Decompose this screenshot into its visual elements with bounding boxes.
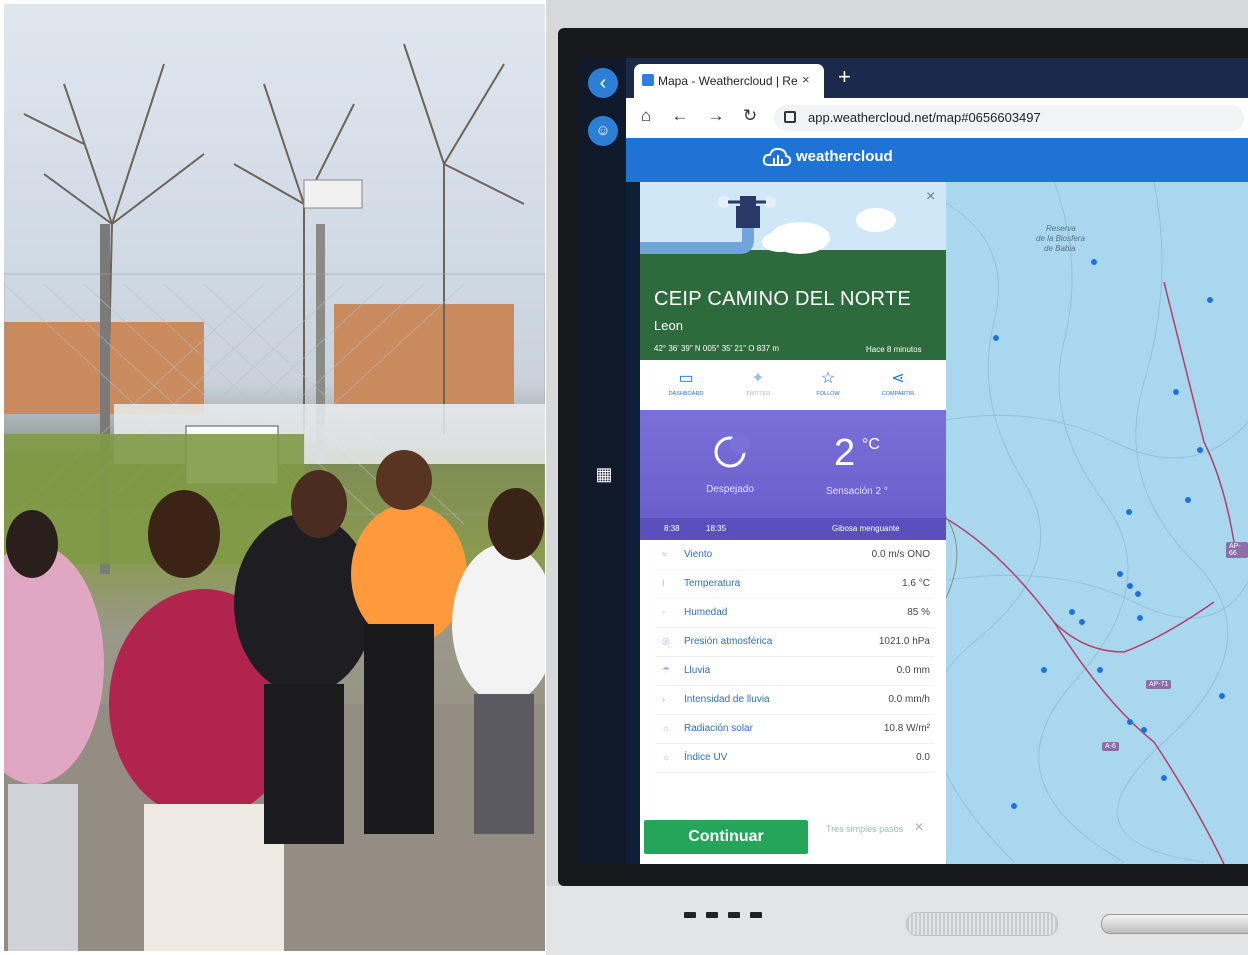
- weathercloud-header: weathercloud: [626, 138, 1248, 182]
- back-icon[interactable]: ‹: [588, 68, 618, 98]
- dashboard-label: DASHBOARD: [668, 391, 704, 397]
- browser-tab[interactable]: Mapa - Weathercloud | Red m ×: [634, 64, 824, 98]
- twitter-label: TWITTER: [745, 391, 771, 397]
- readings-list: ≈ Viento 0.0 m/s ONO ǀ Temperatura 1.6 °C ◦ H…: [640, 540, 946, 790]
- weathercloud-favicon-icon: [642, 74, 654, 86]
- lock-icon: [784, 111, 796, 123]
- continue-button[interactable]: Continuar: [644, 820, 808, 854]
- tab-title: Mapa - Weathercloud | Red m: [658, 74, 798, 88]
- thermometer-icon: ǀ: [662, 578, 665, 588]
- station-panel: × CEIP CAMINO DEL NORTE Leon 42° 36' 39"…: [640, 182, 946, 864]
- feels-like: Sensación 2 °: [826, 486, 888, 497]
- road-badge-ap71: AP-71: [1146, 680, 1172, 689]
- reading-row: ☼ Radiación solar 10.8 W/m²: [656, 714, 934, 744]
- wind-icon: ≈: [662, 549, 667, 559]
- moon-clear-icon: [714, 434, 750, 468]
- reading-row: ◦ Humedad 85 %: [656, 598, 934, 628]
- sun-moon-bar: 8:38 18:35 Gibosa menguante: [640, 518, 946, 540]
- interactive-display: ‹ ☺ ▦ Mapa - Weathercloud | Red m × + ⌂ …: [546, 0, 1248, 955]
- humidity-icon: ◦: [662, 607, 666, 617]
- station-hero-illustration: ×: [640, 182, 946, 278]
- map-label-biosfera: de la Biosfera: [1036, 234, 1085, 243]
- browser-tabbar: Mapa - Weathercloud | Red m × +: [626, 58, 1248, 98]
- reading-row: ◎ Presión atmosférica 1021.0 hPa: [656, 627, 934, 657]
- road-badge-ap66: AP-66: [1226, 542, 1248, 558]
- weathercloud-logo[interactable]: weathercloud: [762, 147, 893, 166]
- pressure-icon: ◎: [662, 636, 670, 646]
- dashboard-button[interactable]: ▭ DASHBOARD: [656, 368, 716, 397]
- station-city: Leon: [654, 318, 683, 333]
- reading-row: ☼ Índice UV 0.0: [656, 743, 934, 773]
- station-updated: Hace 8 minutos: [866, 345, 922, 354]
- url-text: app.weathercloud.net/map#0656603497: [808, 110, 1041, 125]
- share-icon: ⋖: [891, 370, 905, 387]
- display-screen: ‹ ☺ ▦ Mapa - Weathercloud | Red m × + ⌂ …: [580, 58, 1248, 864]
- follow-label: FOLLOW: [816, 391, 840, 397]
- stylus-pen: [1101, 914, 1248, 934]
- reload-icon[interactable]: ↻: [740, 106, 760, 126]
- monitor-icon: ▭: [678, 370, 694, 387]
- back-arrow-icon[interactable]: ←: [670, 106, 690, 126]
- reading-row: ≈ Viento 0.0 m/s ONO: [656, 540, 934, 570]
- usb-port-icon: [684, 912, 696, 918]
- reading-row: ☂ Lluvia 0.0 mm: [656, 656, 934, 686]
- twitter-icon: ✦: [751, 370, 765, 387]
- browser-toolbar: ⌂ ← → ↻ app.weathercloud.net/map#0656603…: [626, 98, 1248, 138]
- rain-rate-icon: ›: [662, 694, 665, 704]
- avatar-icon[interactable]: ☺: [588, 116, 618, 146]
- tips-close-icon[interactable]: ✕: [914, 820, 924, 834]
- map-label-babia: de Babia: [1044, 244, 1076, 253]
- road-badge-a6: A-6: [1102, 742, 1119, 751]
- speaker-grille: [906, 912, 1058, 936]
- onboarding-cta: Continuar Tres simples pasos ✕: [640, 790, 946, 864]
- cloud-logo-icon: [762, 147, 792, 166]
- weather-station-photo: [4, 4, 545, 951]
- hdmi-port-icon: [750, 912, 762, 918]
- follow-button[interactable]: ☆ FOLLOW: [798, 368, 858, 397]
- current-weather: Despejado 2 °C Sensación 2 °: [640, 410, 946, 518]
- share-button[interactable]: ⋖ COMPARTIR: [868, 368, 928, 397]
- sunset-time: 18:35: [706, 524, 727, 533]
- station-info: CEIP CAMINO DEL NORTE Leon 42° 36' 39" N…: [640, 278, 946, 360]
- usb-port-icon: [706, 912, 718, 918]
- temperature-value: 2: [834, 432, 856, 474]
- star-icon: ☆: [820, 370, 836, 387]
- tips-text: Tres simples pasos: [826, 824, 904, 834]
- new-tab-button[interactable]: +: [838, 64, 851, 90]
- station-coordinates: 42° 36' 39" N 005° 35' 21" O 837 m: [654, 344, 779, 353]
- usb-port-icon: [728, 912, 740, 918]
- map-label-reserva: Reserva: [1046, 224, 1076, 233]
- temperature-unit: °C: [862, 436, 880, 453]
- station-actions: ▭ DASHBOARD ✦ TWITTER ☆ FOLLOW ⋖ COMPART…: [640, 360, 946, 410]
- reading-row: ǀ Temperatura 1.6 °C: [656, 569, 934, 599]
- sunrise-time: 8:38: [664, 524, 680, 533]
- condition-text: Despejado: [706, 484, 754, 495]
- twitter-button[interactable]: ✦ TWITTER: [728, 368, 788, 397]
- display-ports: [684, 912, 762, 918]
- station-map[interactable]: Reserva de la Biosfera de Babia AP-66 AP…: [934, 182, 1248, 864]
- panel-close-icon[interactable]: ×: [926, 188, 935, 206]
- forward-arrow-icon[interactable]: →: [706, 106, 726, 126]
- home-icon[interactable]: ⌂: [636, 106, 656, 126]
- station-name: CEIP CAMINO DEL NORTE: [654, 288, 912, 310]
- app-rail: ‹ ☺ ▦: [580, 58, 626, 864]
- share-label: COMPARTIR: [881, 391, 915, 397]
- reading-row: › Intensidad de lluvia 0.0 mm/h: [656, 685, 934, 715]
- tab-close-icon[interactable]: ×: [802, 72, 810, 87]
- rain-icon: ☂: [662, 665, 671, 675]
- logo-text: weathercloud: [796, 148, 893, 165]
- apps-grid-icon[interactable]: ▦: [594, 464, 614, 484]
- moon-phase: Gibosa menguante: [832, 524, 900, 533]
- solar-radiation-icon: ☼: [662, 723, 671, 733]
- uv-icon: ☼: [662, 752, 671, 762]
- address-bar[interactable]: app.weathercloud.net/map#0656603497: [774, 105, 1244, 131]
